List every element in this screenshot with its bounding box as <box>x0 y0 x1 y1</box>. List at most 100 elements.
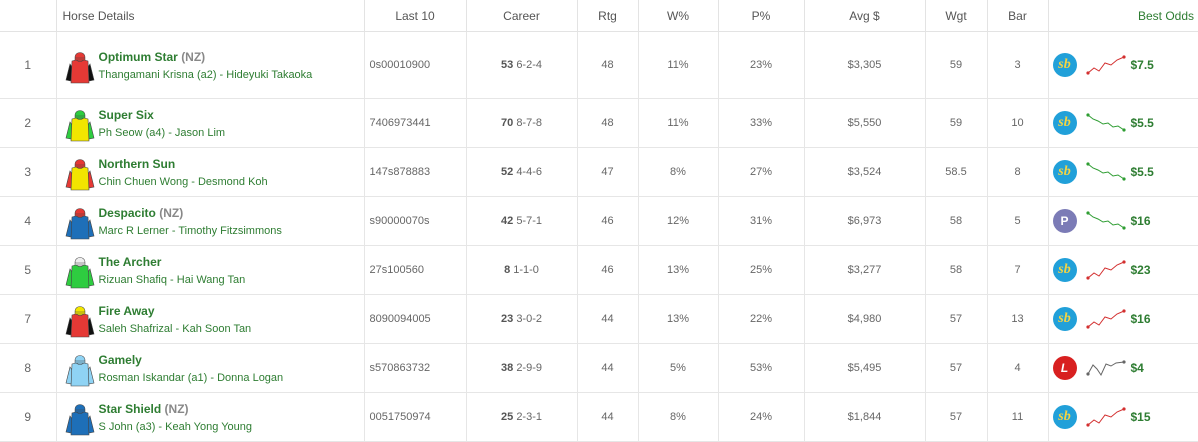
place-percent: 25% <box>718 245 805 295</box>
col-header-place-pct[interactable]: P% <box>718 0 805 32</box>
col-header-rating[interactable]: Rtg <box>577 0 639 32</box>
horse-name-link[interactable]: Super Six <box>99 108 154 122</box>
win-percent: 8% <box>638 147 719 197</box>
best-odds-cell[interactable]: sb $16 <box>1048 294 1198 344</box>
jockey-silks-icon <box>65 109 94 141</box>
horse-name-link[interactable]: Despacito <box>99 206 156 220</box>
table-row[interactable]: 1 Optimum Star (NZ) Thangamani Krisna (a2)… <box>0 31 1198 99</box>
pointsbet-icon[interactable]: P <box>1052 209 1077 233</box>
form-guide-table: Horse Details Last 10 Career Rtg W% P% A… <box>0 0 1198 442</box>
horse-name-link[interactable]: Gamely <box>99 353 142 367</box>
best-odds-price[interactable]: $16 <box>1131 312 1151 326</box>
col-header-avg-prize[interactable]: Avg $ <box>804 0 926 32</box>
best-odds-cell[interactable]: sb $15 <box>1048 392 1198 442</box>
best-odds-cell[interactable]: sb $23 <box>1048 245 1198 295</box>
table-row[interactable]: 3 Northern Sun Chin Chuen Wong - Desmond … <box>0 147 1198 197</box>
jockey-trainer[interactable]: Saleh Shafrizal - Kah Soon Tan <box>99 320 252 338</box>
place-percent: 53% <box>718 343 805 393</box>
horse-name-link[interactable]: The Archer <box>99 255 162 269</box>
best-odds-cell[interactable]: sb $5.5 <box>1048 147 1198 197</box>
best-odds-price[interactable]: $5.5 <box>1131 165 1154 179</box>
jockey-trainer[interactable]: Rizuan Shafiq - Hai Wang Tan <box>99 271 246 289</box>
jockey-silks-icon <box>65 403 94 435</box>
col-header-last10[interactable]: Last 10 <box>364 0 467 32</box>
jockey-trainer[interactable]: S John (a3) - Keah Yong Young <box>99 418 253 436</box>
col-header-best-odds[interactable]: Best Odds <box>1048 0 1198 32</box>
place-percent: 22% <box>718 294 805 344</box>
best-odds-cell[interactable]: P $16 <box>1048 196 1198 246</box>
career-placings: 8-7-8 <box>516 117 542 129</box>
career-starts: 25 <box>501 411 514 423</box>
table-row[interactable]: 5 The Archer Rizuan Shafiq - Hai Wang Tan… <box>0 245 1198 295</box>
place-percent: 33% <box>718 98 805 148</box>
col-header-career[interactable]: Career <box>466 0 578 32</box>
odds-sparkline <box>1085 113 1126 132</box>
win-percent: 11% <box>638 31 719 99</box>
jockey-silks-icon <box>65 305 94 337</box>
best-odds-price[interactable]: $23 <box>1131 263 1151 277</box>
horse-details-cell: Star Shield (NZ) S John (a3) - Keah Yong … <box>56 392 365 442</box>
win-percent: 13% <box>638 245 719 295</box>
best-odds-price[interactable]: $5.5 <box>1131 116 1154 130</box>
best-odds-cell[interactable]: sb $7.5 <box>1048 31 1198 99</box>
table-row[interactable]: 2 Super Six Ph Seow (a4) - Jason Lim 74069… <box>0 98 1198 148</box>
avg-prize: $3,277 <box>804 245 926 295</box>
career-placings: 2-3-1 <box>516 411 542 423</box>
barrier: 5 <box>987 196 1049 246</box>
horse-name-link[interactable]: Optimum Star <box>99 50 178 64</box>
rating: 47 <box>577 147 639 197</box>
weight: 59 <box>925 31 988 99</box>
career-starts: 8 <box>504 264 511 276</box>
sportsbet-icon[interactable]: sb <box>1052 307 1077 331</box>
last-10-form: 7406973441 <box>364 98 467 148</box>
best-odds-price[interactable]: $15 <box>1131 410 1151 424</box>
table-row[interactable]: 8 Gamely Rosman Iskandar (a1) - Donna Log… <box>0 343 1198 393</box>
table-row[interactable]: 9 Star Shield (NZ) S John (a3) - Keah Yong… <box>0 392 1198 442</box>
horse-details-cell: Gamely Rosman Iskandar (a1) - Donna Loga… <box>56 343 365 393</box>
best-odds-cell[interactable]: sb $5.5 <box>1048 98 1198 148</box>
best-odds-cell[interactable]: L $4 <box>1048 343 1198 393</box>
col-header-win-pct[interactable]: W% <box>638 0 719 32</box>
sportsbet-icon[interactable]: sb <box>1052 160 1077 184</box>
col-header-horse-details[interactable]: Horse Details <box>56 0 365 32</box>
col-header-number[interactable] <box>0 0 57 32</box>
career-placings: 1-1-0 <box>513 264 539 276</box>
last-10-form: 0s00010900 <box>364 31 467 99</box>
col-header-weight[interactable]: Wgt <box>925 0 988 32</box>
ladbrokes-icon[interactable]: L <box>1052 356 1077 380</box>
career-record: 8 1-1-0 <box>466 245 578 295</box>
jockey-trainer[interactable]: Rosman Iskandar (a1) - Donna Logan <box>99 369 284 387</box>
table-row[interactable]: 7 Fire Away Saleh Shafrizal - Kah Soon Ta… <box>0 294 1198 344</box>
saddle-number: 9 <box>0 392 57 442</box>
sportsbet-icon[interactable]: sb <box>1052 258 1077 282</box>
avg-prize: $4,980 <box>804 294 926 344</box>
career-placings: 6-2-4 <box>516 59 542 71</box>
jockey-trainer[interactable]: Thangamani Krisna (a2) - Hideyuki Takaok… <box>99 66 313 84</box>
col-header-barrier[interactable]: Bar <box>987 0 1049 32</box>
horse-name-link[interactable]: Northern Sun <box>99 157 176 171</box>
win-percent: 5% <box>638 343 719 393</box>
barrier: 8 <box>987 147 1049 197</box>
last-10-form: 27s100560 <box>364 245 467 295</box>
saddle-number: 2 <box>0 98 57 148</box>
table-row[interactable]: 4 Despacito (NZ) Marc R Lerner - Timothy F… <box>0 196 1198 246</box>
best-odds-price[interactable]: $4 <box>1131 361 1144 375</box>
barrier: 11 <box>987 392 1049 442</box>
jockey-trainer[interactable]: Marc R Lerner - Timothy Fitzsimmons <box>99 222 282 240</box>
sportsbet-icon[interactable]: sb <box>1052 405 1077 429</box>
barrier: 10 <box>987 98 1049 148</box>
win-percent: 11% <box>638 98 719 148</box>
place-percent: 23% <box>718 31 805 99</box>
best-odds-price[interactable]: $7.5 <box>1131 58 1154 72</box>
sportsbet-icon[interactable]: sb <box>1052 111 1077 135</box>
best-odds-price[interactable]: $16 <box>1131 214 1151 228</box>
saddle-number: 1 <box>0 31 57 99</box>
weight: 58 <box>925 196 988 246</box>
horse-name-link[interactable]: Star Shield <box>99 402 162 416</box>
horse-name-link[interactable]: Fire Away <box>99 304 155 318</box>
sportsbet-icon[interactable]: sb <box>1052 53 1077 77</box>
jockey-trainer[interactable]: Chin Chuen Wong - Desmond Koh <box>99 173 268 191</box>
rating: 48 <box>577 98 639 148</box>
career-starts: 53 <box>501 59 514 71</box>
jockey-trainer[interactable]: Ph Seow (a4) - Jason Lim <box>99 124 226 142</box>
